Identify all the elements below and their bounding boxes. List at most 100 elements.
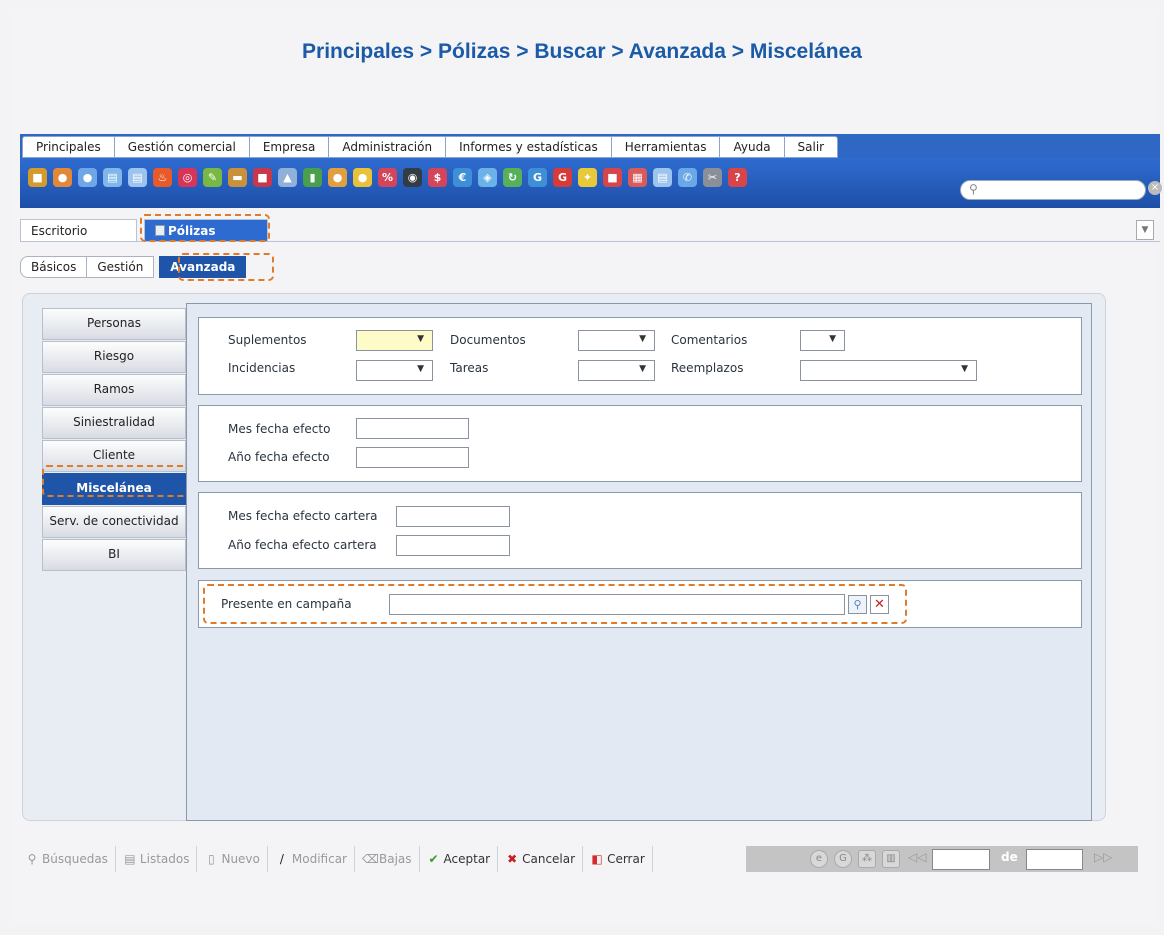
label-incidencias: Incidencias (228, 361, 296, 375)
menu-herramientas[interactable]: Herramientas (612, 137, 721, 157)
bajas-label: Bajas (378, 852, 412, 866)
category-sidebar: Personas Riesgo Ramos Siniestralidad Cli… (42, 308, 186, 572)
menu-list: Principales Gestión comercial Empresa Ad… (22, 136, 839, 158)
person-icon[interactable]: ● (53, 168, 72, 187)
fire-icon[interactable]: ♨ (153, 168, 172, 187)
building-icon[interactable]: ▮ (303, 168, 322, 187)
tab-avanzada[interactable]: Avanzada (159, 256, 247, 278)
busquedas-button[interactable]: ⚲ Búsquedas (18, 846, 116, 872)
e-circle-icon[interactable]: e (810, 850, 828, 868)
notes-icon[interactable]: ▦ (628, 168, 647, 187)
report-icon[interactable]: ■ (603, 168, 622, 187)
modificar-button[interactable]: / Modificar (268, 846, 355, 872)
aceptar-button[interactable]: ✔ Aceptar (420, 846, 499, 872)
cerrar-button[interactable]: ◧ Cerrar (583, 846, 653, 872)
target-icon[interactable]: ◎ (178, 168, 197, 187)
reemplazos-select[interactable]: ▼ (800, 360, 977, 381)
tab-gestion[interactable]: Gestión (86, 256, 155, 278)
clear-x-icon[interactable]: ✕ (870, 595, 889, 614)
agent-icon[interactable]: ● (328, 168, 347, 187)
briefcase-icon[interactable]: ▬ (228, 168, 247, 187)
menu-ayuda[interactable]: Ayuda (720, 137, 785, 157)
anio-fecha-efecto-input[interactable] (356, 447, 469, 468)
help-icon[interactable]: ? (728, 168, 747, 187)
label-mes-fecha-efecto: Mes fecha efecto (228, 422, 331, 436)
sidebar-item-miscelanea[interactable]: Miscelánea (42, 473, 186, 505)
incidencias-select[interactable]: ▼ (356, 360, 433, 381)
chevron-down-icon: ▼ (829, 334, 836, 344)
sidebar-item-riesgo[interactable]: Riesgo (42, 341, 186, 373)
user-icon[interactable]: ● (78, 168, 97, 187)
mes-fecha-efecto-cartera-input[interactable] (396, 506, 510, 527)
mes-fecha-efecto-input[interactable] (356, 418, 469, 439)
export-icon[interactable]: ▥ (882, 850, 900, 868)
search-input[interactable]: ⚲ (960, 180, 1146, 200)
chevron-down-icon: ▼ (639, 364, 646, 374)
phone-icon[interactable]: ✆ (678, 168, 697, 187)
suplementos-select[interactable]: ▼ (356, 330, 433, 351)
tab-basicos[interactable]: Básicos (20, 256, 88, 278)
swirl-icon[interactable]: ◉ (403, 168, 422, 187)
form-icon[interactable]: ▤ (128, 168, 147, 187)
tareas-select[interactable]: ▼ (578, 360, 655, 381)
listados-button[interactable]: ▤ Listados (116, 846, 198, 872)
toolbar-icons: ■ ● ● ▤ ▤ ♨ ◎ ✎ ▬ ■ ▲ ▮ ● ● % ◉ $ € ◈ ↻ … (28, 168, 747, 187)
sidebar-item-conectividad[interactable]: Serv. de conectividad (42, 506, 186, 538)
refresh-icon[interactable]: ↻ (503, 168, 522, 187)
clear-search-icon[interactable]: × (1148, 181, 1162, 195)
campana-input[interactable] (389, 594, 845, 615)
car-icon[interactable]: ▲ (278, 168, 297, 187)
label-comentarios: Comentarios (671, 333, 748, 347)
tabs-dropdown-icon[interactable]: ▼ (1136, 220, 1154, 240)
page-input[interactable] (932, 849, 990, 870)
euro-icon[interactable]: € (453, 168, 472, 187)
anio-fecha-efecto-cartera-input[interactable] (396, 535, 510, 556)
cancelar-button[interactable]: ✖ Cancelar (498, 846, 584, 872)
menu-administracion[interactable]: Administración (329, 137, 447, 157)
documentos-select[interactable]: ▼ (578, 330, 655, 351)
sidebar-item-ramos[interactable]: Ramos (42, 374, 186, 406)
pencil-icon[interactable]: ✎ (203, 168, 222, 187)
menu-informes[interactable]: Informes y estadísticas (446, 137, 612, 157)
listados-label: Listados (139, 852, 190, 866)
nuevo-button[interactable]: ▯ Nuevo (197, 846, 268, 872)
sidebar-item-cliente[interactable]: Cliente (42, 440, 186, 472)
bulb-person-icon[interactable]: ● (353, 168, 372, 187)
tab-polizas[interactable]: Pólizas (144, 219, 268, 241)
page-of-label: de (1001, 850, 1018, 864)
total-pages-input[interactable] (1026, 849, 1083, 870)
label-tareas: Tareas (450, 361, 489, 375)
g-blue-icon[interactable]: G (528, 168, 547, 187)
box-icon[interactable]: ■ (28, 168, 47, 187)
document-icon (155, 225, 165, 236)
panel-fecha-efecto-cartera: Mes fecha efecto cartera Año fecha efect… (198, 492, 1082, 569)
document-stamp-icon[interactable]: ■ (253, 168, 272, 187)
chart-doc-icon[interactable]: ▤ (653, 168, 672, 187)
menu-principales[interactable]: Principales (23, 137, 115, 157)
percent-icon[interactable]: % (378, 168, 397, 187)
busquedas-label: Búsquedas (42, 852, 108, 866)
tab-escritorio[interactable]: Escritorio (20, 219, 137, 241)
prev-page-icon[interactable]: ◁◁ (908, 850, 926, 864)
lookup-search-icon[interactable]: ⚲ (848, 595, 867, 614)
g-red-icon[interactable]: G (553, 168, 572, 187)
window-icon[interactable]: ▤ (103, 168, 122, 187)
sidebar-item-personas[interactable]: Personas (42, 308, 186, 340)
money-icon[interactable]: $ (428, 168, 447, 187)
cancelar-label: Cancelar (522, 852, 576, 866)
menu-empresa[interactable]: Empresa (250, 137, 330, 157)
label-presente-en-campana: Presente en campaña (221, 597, 352, 611)
cancel-x-icon: ✖ (507, 852, 518, 866)
sidebar-item-siniestralidad[interactable]: Siniestralidad (42, 407, 186, 439)
g-circle-icon[interactable]: G (834, 850, 852, 868)
menu-gestion-comercial[interactable]: Gestión comercial (115, 137, 250, 157)
sidebar-item-bi[interactable]: BI (42, 539, 186, 571)
bajas-button[interactable]: ⌫Bajas (355, 846, 420, 872)
comentarios-select[interactable]: ▼ (800, 330, 845, 351)
eye-icon[interactable]: ◈ (478, 168, 497, 187)
tools-icon[interactable]: ✂ (703, 168, 722, 187)
lightbulb-icon[interactable]: ✦ (578, 168, 597, 187)
menu-salir[interactable]: Salir (785, 137, 838, 157)
users-icon[interactable]: ⁂ (858, 850, 876, 868)
next-page-icon[interactable]: ▷▷ (1094, 850, 1112, 864)
